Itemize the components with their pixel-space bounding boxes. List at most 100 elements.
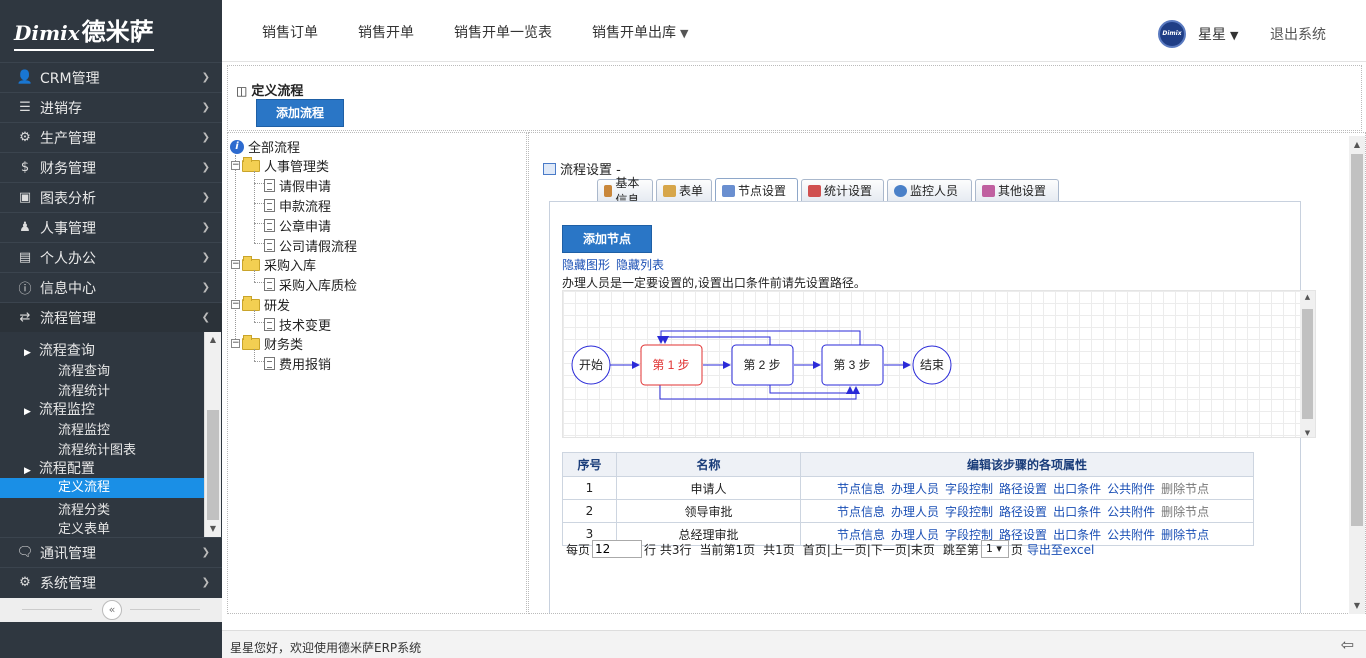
sidebar-item-hr[interactable]: ♟ 人事管理 ❯ bbox=[0, 212, 222, 242]
node-info-link[interactable]: 节点信息 bbox=[837, 505, 885, 519]
scroll-down-icon[interactable]: ▼ bbox=[1300, 429, 1315, 437]
collapse-icon[interactable]: − bbox=[231, 300, 240, 309]
scroll-up-icon[interactable]: ▲ bbox=[1349, 140, 1365, 149]
collapse-icon[interactable]: − bbox=[231, 260, 240, 269]
tree-group-rnd[interactable]: − 研发 bbox=[231, 295, 290, 314]
scroll-thumb[interactable] bbox=[207, 410, 219, 520]
submenu-item-monitor[interactable]: 流程监控 bbox=[58, 419, 110, 438]
submenu-item-stats[interactable]: 流程统计 bbox=[58, 380, 110, 399]
sidebar-item-communication[interactable]: 🗨 通讯管理 ❯ bbox=[0, 537, 222, 567]
tab-node-settings[interactable]: 节点设置 bbox=[715, 178, 798, 202]
col-header-actions: 编辑该步骤的各项属性 bbox=[800, 452, 1254, 477]
tab-other-settings[interactable]: 其他设置 bbox=[975, 179, 1059, 201]
sidebar-item-info[interactable]: ⓘ 信息中心 ❯ bbox=[0, 272, 222, 302]
nav-sales-order[interactable]: 销售订单 bbox=[262, 22, 318, 42]
sidebar-item-finance[interactable]: $ 财务管理 ❯ bbox=[0, 152, 222, 182]
sidebar-item-inventory[interactable]: ☰ 进销存 ❯ bbox=[0, 92, 222, 122]
scroll-thumb[interactable] bbox=[1351, 154, 1363, 526]
sidebar-item-charts[interactable]: ▣ 图表分析 ❯ bbox=[0, 182, 222, 212]
scroll-down-icon[interactable]: ▼ bbox=[205, 521, 221, 537]
handler-link[interactable]: 办理人员 bbox=[891, 505, 939, 519]
workflow-submenu: ▶ 流程查询 流程查询 流程统计 ▶ 流程监控 流程监控 流程统计图表 ▶ 流程配置 … bbox=[0, 332, 222, 537]
submenu-group-config[interactable]: ▶ 流程配置 bbox=[24, 458, 95, 478]
tree-root[interactable]: i 全部流程 bbox=[230, 137, 300, 156]
tree-item-payment[interactable]: 申款流程 bbox=[264, 196, 331, 215]
divider bbox=[22, 609, 92, 610]
tools-icon bbox=[982, 184, 995, 197]
chevron-down-icon: ❯ bbox=[201, 192, 210, 203]
node-info-link[interactable]: 节点信息 bbox=[837, 482, 885, 496]
exit-condition-link[interactable]: 出口条件 bbox=[1053, 505, 1101, 519]
tree-item-leave[interactable]: 请假申请 bbox=[264, 176, 331, 195]
tree-item-seal[interactable]: 公章申请 bbox=[264, 216, 331, 235]
tab-form[interactable]: 表单 bbox=[656, 179, 712, 201]
tree-group-purchase[interactable]: − 采购入库 bbox=[231, 255, 316, 274]
scroll-thumb[interactable] bbox=[1302, 309, 1313, 419]
submenu-item-define-form[interactable]: 定义表单 bbox=[58, 518, 110, 537]
submenu-group-query[interactable]: ▶ 流程查询 bbox=[24, 340, 95, 360]
collapse-icon[interactable]: − bbox=[231, 339, 240, 348]
logout-link[interactable]: 退出系统 bbox=[1270, 24, 1326, 44]
chevron-down-icon: ❯ bbox=[201, 547, 210, 558]
sidebar-item-production[interactable]: ⚙ 生产管理 ❯ bbox=[0, 122, 222, 152]
diagram-scrollbar[interactable]: ▲ ▼ bbox=[1300, 291, 1315, 437]
add-flow-button[interactable]: 添加流程 bbox=[256, 99, 344, 127]
handler-link[interactable]: 办理人员 bbox=[891, 482, 939, 496]
tree-item-company-leave[interactable]: 公司请假流程 bbox=[264, 236, 357, 255]
hide-list-link[interactable]: 隐藏列表 bbox=[616, 258, 664, 272]
node-step1-label: 第 1 步 bbox=[652, 358, 689, 372]
nav-sales-invoice[interactable]: 销售开单 bbox=[358, 22, 414, 42]
avatar[interactable]: Dimix 德米萨 bbox=[1158, 20, 1186, 61]
nav-sales-outbound[interactable]: 销售开单出库 ▼ bbox=[592, 22, 688, 42]
content-scrollbar[interactable]: ▲ ▼ bbox=[1349, 136, 1365, 614]
scroll-down-icon[interactable]: ▼ bbox=[1349, 601, 1365, 610]
page-header-panel: ◫ 定义流程 添加流程 bbox=[227, 65, 1362, 131]
delete-node-link: 删除节点 bbox=[1161, 504, 1210, 519]
collapse-icon[interactable]: − bbox=[231, 161, 240, 170]
attachments-link[interactable]: 公共附件 bbox=[1107, 505, 1155, 519]
caret-down-icon: ▼ bbox=[680, 27, 689, 40]
user-menu[interactable]: 星星 ▼ bbox=[1198, 24, 1238, 44]
tree-item-expense[interactable]: 费用报销 bbox=[264, 354, 331, 373]
sidebar-item-workflow[interactable]: ⇄ 流程管理 ❮ bbox=[0, 302, 222, 332]
jump-page-select[interactable]: 1 ▾ bbox=[980, 540, 1009, 558]
tree-group-finance[interactable]: − 财务类 bbox=[231, 334, 303, 353]
submenu-scrollbar[interactable]: ▲ ▼ bbox=[204, 332, 221, 537]
tab-monitor-staff[interactable]: 监控人员 bbox=[887, 179, 972, 201]
tab-basic-info[interactable]: 基本信息 bbox=[597, 176, 653, 207]
cell-name: 领导审批 bbox=[616, 499, 801, 523]
submenu-item-define-flow[interactable]: 定义流程 bbox=[0, 478, 204, 498]
attachments-link[interactable]: 公共附件 bbox=[1107, 528, 1155, 542]
sidebar-item-system[interactable]: ⚙ 系统管理 ❯ bbox=[0, 567, 222, 597]
submenu-item-query[interactable]: 流程查询 bbox=[58, 360, 110, 379]
per-page-input[interactable] bbox=[592, 540, 643, 558]
chevron-up-icon: ❮ bbox=[201, 312, 210, 323]
page-nav-links[interactable]: 首页|上一页|下一页|末页 bbox=[803, 541, 935, 558]
tree-item-tech-change[interactable]: 技术变更 bbox=[264, 315, 331, 334]
submenu-item-stats-chart[interactable]: 流程统计图表 bbox=[58, 439, 136, 458]
field-control-link[interactable]: 字段控制 bbox=[945, 505, 993, 519]
exit-condition-link[interactable]: 出口条件 bbox=[1053, 482, 1101, 496]
nav-sales-invoice-list[interactable]: 销售开单一览表 bbox=[454, 22, 552, 42]
tree-line bbox=[254, 349, 255, 361]
field-control-link[interactable]: 字段控制 bbox=[945, 482, 993, 496]
tree-item-purchase-qc[interactable]: 采购入库质检 bbox=[264, 275, 357, 294]
export-excel-link[interactable]: 导出至excel bbox=[1027, 541, 1094, 558]
submenu-group-monitor[interactable]: ▶ 流程监控 bbox=[24, 399, 95, 419]
node-start-label: 开始 bbox=[579, 358, 603, 372]
delete-node-link[interactable]: 删除节点 bbox=[1161, 528, 1209, 542]
path-settings-link[interactable]: 路径设置 bbox=[999, 505, 1047, 519]
add-node-button[interactable]: 添加节点 bbox=[562, 225, 652, 253]
hide-graph-link[interactable]: 隐藏图形 bbox=[562, 258, 610, 272]
scroll-up-icon[interactable]: ▲ bbox=[1300, 293, 1315, 301]
tab-stat-settings[interactable]: 统计设置 bbox=[801, 179, 884, 201]
sidebar-item-office[interactable]: ▤ 个人办公 ❯ bbox=[0, 242, 222, 272]
submenu-item-flow-category[interactable]: 流程分类 bbox=[58, 499, 110, 518]
path-settings-link[interactable]: 路径设置 bbox=[999, 482, 1047, 496]
collapse-sidebar-button[interactable]: « bbox=[102, 600, 122, 620]
fullscreen-toggle-icon[interactable]: ⇦ bbox=[1341, 635, 1354, 654]
sidebar-item-crm[interactable]: 👤 CRM管理 ❯ bbox=[0, 62, 222, 92]
attachments-link[interactable]: 公共附件 bbox=[1107, 482, 1155, 496]
tree-group-hr[interactable]: − 人事管理类 bbox=[231, 156, 329, 175]
scroll-up-icon[interactable]: ▲ bbox=[205, 332, 221, 348]
